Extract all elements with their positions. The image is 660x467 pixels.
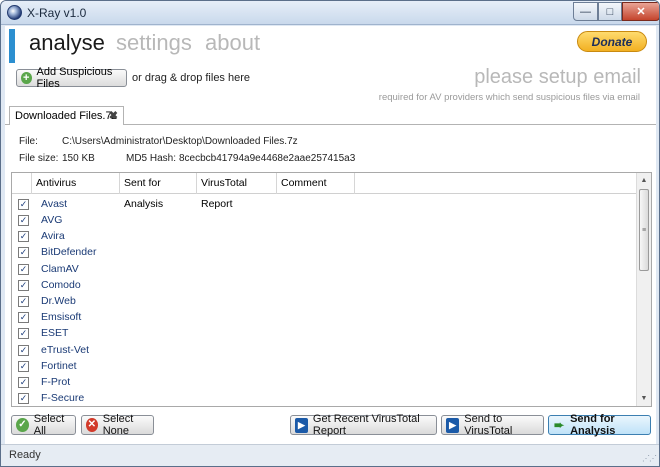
grid-row[interactable]: ✓ Emsisoft — [12, 309, 637, 325]
grid-row[interactable]: ✓ F-Prot — [12, 374, 637, 390]
antivirus-name: ESET — [41, 327, 69, 339]
x-circle-icon: ✕ — [86, 418, 98, 432]
tab-label: Downloaded Files.7z — [15, 110, 118, 122]
md5-hash-value: 8cecbcb41794a9e4468e2aae257415a3 — [179, 153, 356, 164]
grid-row[interactable]: ✓ eTrust-Vet — [12, 342, 637, 358]
antivirus-name: BitDefender — [41, 246, 97, 258]
vertical-scrollbar[interactable]: ▲ ≡ ▼ — [636, 173, 651, 406]
column-header-sent[interactable]: Sent for Analysis — [120, 173, 197, 210]
row-checkbox[interactable]: ✓ — [18, 214, 29, 226]
window-title: X-Ray v1.0 — [27, 6, 87, 20]
resize-grip-icon[interactable]: ⋰⋰ — [642, 454, 657, 463]
antivirus-name: F-Prot — [41, 376, 71, 388]
nav-about[interactable]: about — [205, 30, 260, 56]
row-checkbox[interactable]: ✓ — [18, 198, 29, 210]
grid-row[interactable]: ✓ Dr.Web — [12, 293, 637, 309]
get-virustotal-report-button[interactable]: ▶ Get Recent VirusTotal Report — [290, 413, 437, 437]
scroll-thumb[interactable]: ≡ — [639, 189, 649, 271]
row-checkbox[interactable]: ✓ — [18, 360, 29, 372]
status-bar: Ready ⋰⋰ — [1, 444, 659, 466]
file-size-value: 150 KB — [62, 153, 95, 164]
antivirus-name: Avast — [41, 198, 68, 210]
row-checkbox[interactable]: ✓ — [18, 376, 29, 388]
add-files-label: Add Suspicious Files — [36, 66, 113, 90]
grid-row[interactable]: ✓ ESET — [12, 325, 637, 341]
file-path: C:\Users\Administrator\Desktop\Downloade… — [62, 136, 298, 147]
scroll-down-icon[interactable]: ▼ — [637, 391, 651, 406]
row-checkbox[interactable]: ✓ — [18, 311, 29, 323]
plus-icon: + — [21, 72, 32, 84]
send-analysis-label: Send for Analysis — [570, 413, 616, 437]
grid-row[interactable]: ✓ Comodo — [12, 277, 637, 293]
antivirus-name: F-Secure — [41, 392, 85, 404]
column-header-comment[interactable]: Comment — [277, 173, 355, 194]
status-text: Ready — [9, 449, 41, 461]
tab-close-icon[interactable]: ✖ — [109, 109, 118, 122]
select-none-label: Select None — [102, 413, 134, 437]
row-checkbox[interactable]: ✓ — [18, 246, 29, 258]
virustotal-icon: ▶ — [295, 417, 308, 433]
maximize-button[interactable]: □ — [598, 2, 622, 21]
row-checkbox[interactable]: ✓ — [18, 295, 29, 307]
row-checkbox[interactable]: ✓ — [18, 392, 29, 404]
md5-hash-label: MD5 Hash: — [126, 153, 177, 164]
grid-row[interactable]: ✓ F-Secure — [12, 390, 637, 406]
antivirus-name: Fortinet — [41, 360, 77, 372]
title-bar[interactable]: X-Ray v1.0 — □ ✕ — [1, 1, 659, 25]
virustotal-icon: ▶ — [446, 417, 460, 433]
arrow-right-icon: ➨ — [554, 418, 565, 432]
select-none-button[interactable]: ✕ Select None — [81, 413, 154, 437]
email-setup-title[interactable]: please setup email — [474, 66, 641, 89]
donate-button[interactable]: Donate — [577, 31, 647, 52]
grid-row[interactable]: ✓ Avast — [12, 196, 637, 212]
antivirus-name: eTrust-Vet — [41, 344, 90, 356]
send-for-analysis-button[interactable]: ➨ Send for Analysis — [548, 413, 651, 437]
select-all-label: Select All — [33, 413, 65, 437]
file-size-label: File size: — [19, 153, 59, 164]
antivirus-name: Comodo — [41, 279, 81, 291]
nav-settings[interactable]: settings — [116, 30, 192, 56]
antivirus-name: Avira — [41, 230, 65, 242]
grid-row[interactable]: ✓ Avira — [12, 228, 637, 244]
antivirus-name: Dr.Web — [41, 295, 76, 307]
antivirus-name: AVG — [41, 214, 63, 226]
app-logo-icon — [7, 5, 22, 20]
get-report-label: Get Recent VirusTotal Report — [312, 413, 420, 437]
close-window-button[interactable]: ✕ — [622, 2, 659, 21]
row-checkbox[interactable]: ✓ — [18, 279, 29, 291]
minimize-button[interactable]: — — [573, 2, 598, 21]
row-checkbox[interactable]: ✓ — [18, 230, 29, 242]
tab-downloaded-files[interactable]: Downloaded Files.7z ✖ — [9, 106, 124, 125]
row-checkbox[interactable]: ✓ — [18, 263, 29, 275]
main-content: analyse settings about Donate + Add Susp… — [5, 26, 656, 466]
checkbox-column-header — [12, 173, 32, 194]
row-checkbox[interactable]: ✓ — [18, 327, 29, 339]
grid-header: Antivirus Sent for Analysis VirusTotal R… — [12, 173, 637, 210]
send-to-virustotal-button[interactable]: ▶ Send to VirusTotal — [441, 413, 544, 437]
row-checkbox[interactable]: ✓ — [18, 344, 29, 356]
grid-row[interactable]: ✓ AVG — [12, 212, 637, 228]
antivirus-name: Emsisoft — [41, 311, 82, 323]
check-circle-icon: ✓ — [16, 418, 29, 432]
antivirus-name: ClamAV — [41, 263, 79, 275]
grid-row[interactable]: ✓ BitDefender — [12, 244, 637, 260]
app-window: X-Ray v1.0 — □ ✕ analyse settings about … — [0, 0, 660, 467]
nav-analyse[interactable]: analyse — [29, 30, 105, 56]
antivirus-grid[interactable]: Antivirus Sent for Analysis VirusTotal R… — [11, 172, 652, 407]
select-all-button[interactable]: ✓ Select All — [11, 413, 76, 437]
drag-drop-hint: or drag & drop files here — [132, 72, 251, 84]
add-suspicious-files-button[interactable]: + Add Suspicious Files — [16, 66, 127, 90]
column-header-antivirus[interactable]: Antivirus — [32, 173, 120, 194]
nav-accent-bar — [9, 29, 15, 63]
grid-row[interactable]: ✓ ClamAV — [12, 261, 637, 277]
email-setup-subtitle: required for AV providers which send sus… — [378, 92, 640, 103]
column-header-vt-report[interactable]: VirusTotal Report — [197, 173, 277, 210]
scroll-up-icon[interactable]: ▲ — [637, 173, 651, 188]
grid-row[interactable]: ✓ Fortinet — [12, 358, 637, 374]
send-vt-label: Send to VirusTotal — [464, 413, 513, 437]
file-label: File: — [19, 136, 38, 147]
